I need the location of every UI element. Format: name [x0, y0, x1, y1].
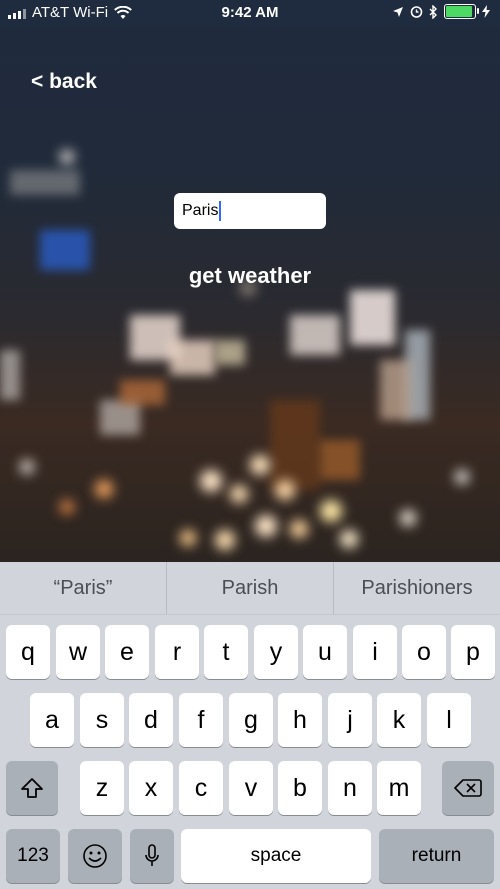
status-bar: AT&T Wi-Fi 9:42 AM — [0, 0, 500, 26]
key-j[interactable]: j — [328, 693, 372, 747]
key-r[interactable]: r — [155, 625, 199, 679]
dictation-key[interactable] — [130, 829, 174, 883]
key-h[interactable]: h — [278, 693, 322, 747]
back-link[interactable]: < back — [31, 70, 97, 94]
key-t[interactable]: t — [204, 625, 248, 679]
key-i[interactable]: i — [353, 625, 397, 679]
get-weather-button[interactable]: get weather — [0, 263, 500, 289]
key-p[interactable]: p — [451, 625, 495, 679]
city-input-value: Paris — [182, 202, 219, 219]
key-u[interactable]: u — [303, 625, 347, 679]
keyboard: “Paris” Parish Parishioners q w e r t y … — [0, 562, 500, 889]
alarm-icon — [410, 6, 423, 18]
key-q[interactable]: q — [6, 625, 50, 679]
key-o[interactable]: o — [402, 625, 446, 679]
numbers-key[interactable]: 123 — [6, 829, 60, 883]
emoji-icon — [83, 844, 107, 868]
location-icon — [393, 6, 403, 17]
key-y[interactable]: y — [254, 625, 298, 679]
suggestion-bar: “Paris” Parish Parishioners — [0, 562, 500, 615]
text-caret — [219, 201, 222, 221]
key-k[interactable]: k — [377, 693, 421, 747]
return-key[interactable]: return — [379, 829, 494, 883]
suggestion-item[interactable]: “Paris” — [0, 562, 166, 614]
delete-key[interactable] — [442, 761, 494, 815]
suggestion-item[interactable]: Parishioners — [333, 562, 500, 614]
key-e[interactable]: e — [105, 625, 149, 679]
key-f[interactable]: f — [179, 693, 223, 747]
microphone-icon — [145, 844, 159, 866]
battery-icon — [444, 4, 479, 19]
charging-icon — [482, 5, 490, 18]
shift-key[interactable] — [6, 761, 58, 815]
backspace-icon — [454, 779, 482, 797]
key-w[interactable]: w — [56, 625, 100, 679]
bluetooth-icon — [429, 4, 437, 19]
emoji-key[interactable] — [68, 829, 122, 883]
key-b[interactable]: b — [278, 761, 322, 815]
key-c[interactable]: c — [179, 761, 223, 815]
key-l[interactable]: l — [427, 693, 471, 747]
key-g[interactable]: g — [229, 693, 273, 747]
key-d[interactable]: d — [129, 693, 173, 747]
key-a[interactable]: a — [30, 693, 74, 747]
space-key[interactable]: space — [181, 829, 371, 883]
key-m[interactable]: m — [377, 761, 421, 815]
suggestion-item[interactable]: Parish — [166, 562, 333, 614]
key-s[interactable]: s — [80, 693, 124, 747]
key-n[interactable]: n — [328, 761, 372, 815]
key-v[interactable]: v — [229, 761, 273, 815]
city-input[interactable]: Paris — [174, 193, 326, 229]
key-z[interactable]: z — [80, 761, 124, 815]
key-x[interactable]: x — [129, 761, 173, 815]
shift-icon — [21, 778, 43, 798]
